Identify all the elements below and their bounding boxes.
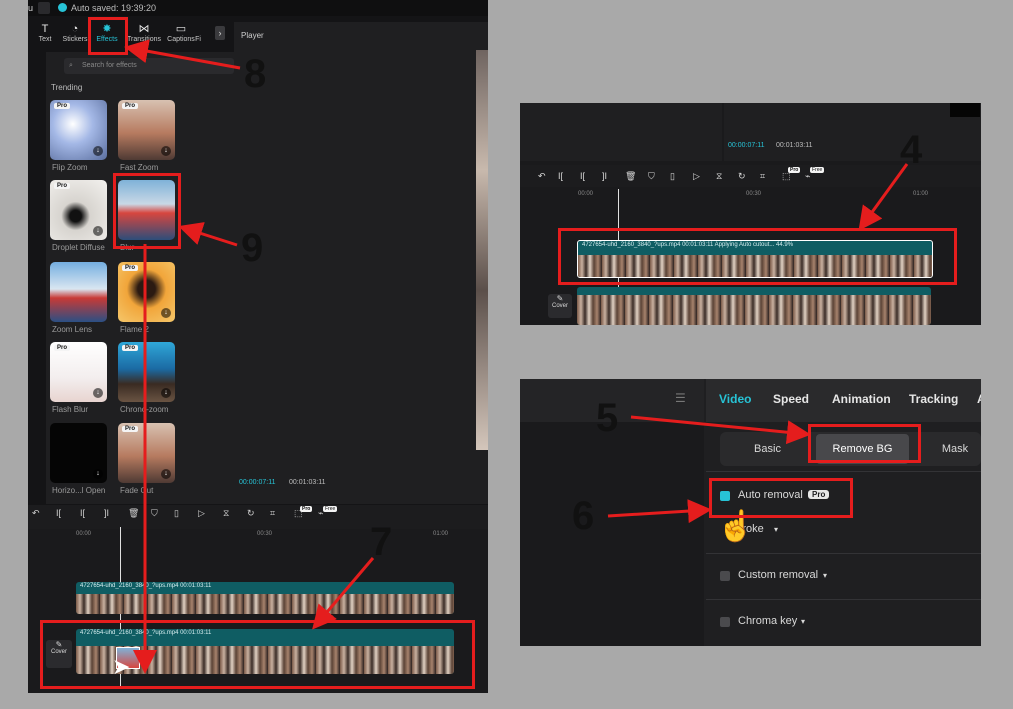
arrow-8 [124,39,241,70]
step-number-7: 7 [370,520,393,564]
arrow-9 [178,222,238,247]
step-number-9: 9 [241,226,264,270]
step-number-6: 6 [572,494,595,538]
step-number-8: 8 [244,52,267,96]
arrow-5 [630,415,811,445]
annotation-arrows [124,39,909,674]
step-number-4: 4 [900,128,923,172]
step-number-5: 5 [596,396,619,440]
arrow-4 [858,163,909,231]
arrow-6 [607,499,712,524]
arrow-7 [312,557,375,630]
